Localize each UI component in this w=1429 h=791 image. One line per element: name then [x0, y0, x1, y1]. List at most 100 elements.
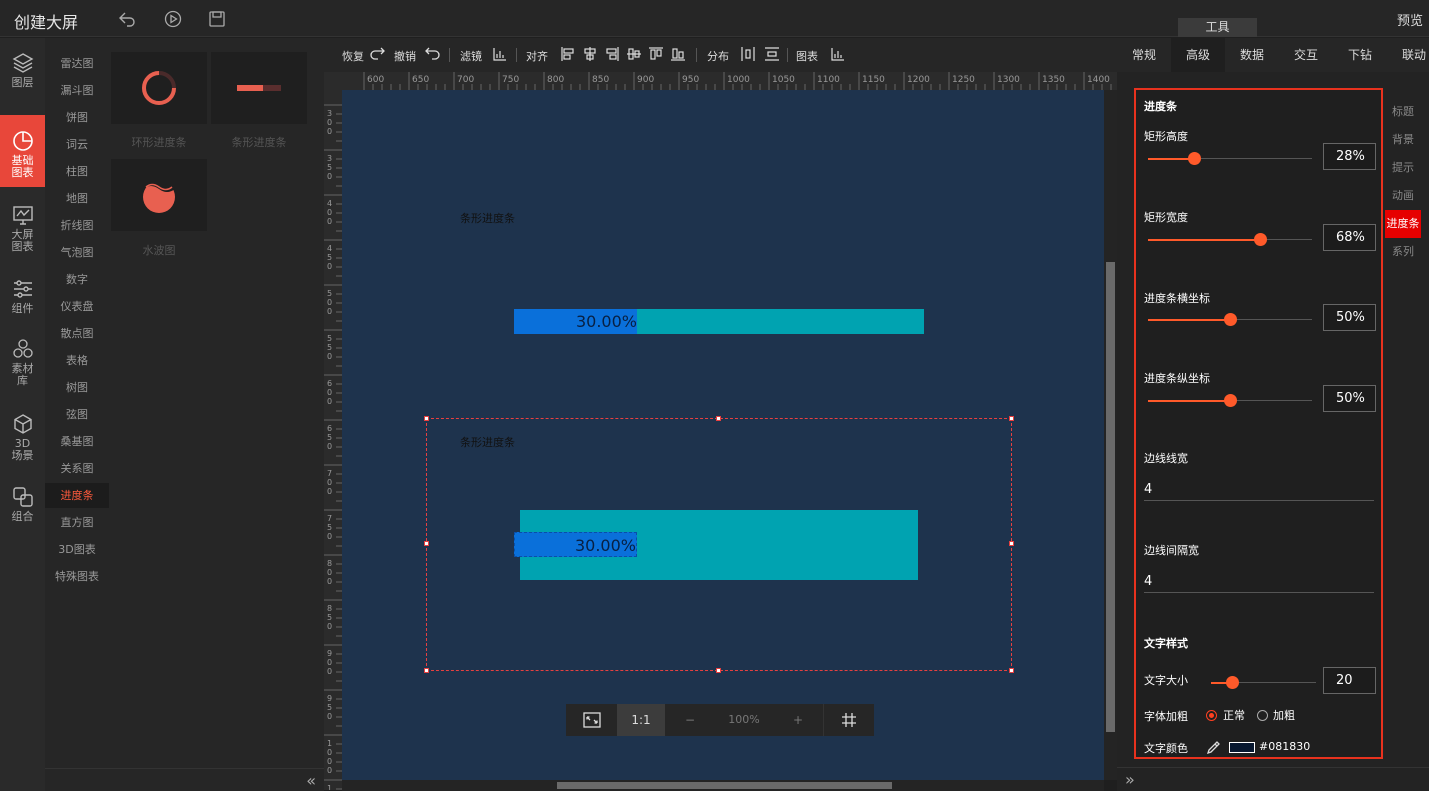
font-size-input[interactable]: 20	[1323, 667, 1376, 694]
property-tab[interactable]: 数据	[1225, 38, 1279, 72]
property-sub-tab[interactable]: 进度条	[1385, 210, 1421, 238]
nav-item-3d-scene[interactable]: 3D场景	[0, 413, 45, 473]
resize-handle[interactable]	[424, 541, 429, 546]
category-item[interactable]: 进度条	[45, 483, 109, 508]
rect-width-slider[interactable]	[1148, 233, 1312, 246]
nav-item-materials[interactable]: 素材库	[0, 338, 45, 398]
thumb-bar-progress[interactable]	[211, 52, 307, 124]
property-sub-tab[interactable]: 背景	[1385, 126, 1421, 154]
property-sub-tab[interactable]: 提示	[1385, 154, 1421, 182]
zoom-out-button[interactable]: −	[665, 704, 715, 736]
category-item[interactable]: 桑基图	[45, 429, 109, 454]
distribute-v-icon[interactable]	[764, 46, 780, 62]
play-icon[interactable]	[164, 10, 182, 28]
align-right-icon[interactable]	[604, 46, 620, 62]
filter-button[interactable]: 滤镜	[460, 48, 482, 64]
nav-item-combine[interactable]: 组合	[0, 486, 45, 534]
resize-handle[interactable]	[424, 416, 429, 421]
property-tab[interactable]: 下钻	[1333, 38, 1387, 72]
category-item[interactable]: 散点图	[45, 321, 109, 346]
slider-knob[interactable]	[1224, 394, 1237, 407]
canvas-horizontal-scrollbar[interactable]	[342, 780, 1104, 791]
property-tab[interactable]: 高级	[1171, 38, 1225, 72]
thumb-liquid-fill[interactable]	[111, 159, 207, 231]
fit-screen-button[interactable]	[566, 704, 617, 736]
category-item[interactable]: 柱图	[45, 159, 109, 184]
resize-handle[interactable]	[1009, 668, 1014, 673]
collapse-left-icon[interactable]: «	[306, 771, 316, 790]
property-sub-tab[interactable]: 系列	[1385, 238, 1421, 266]
redo-button[interactable]: 恢复	[342, 48, 364, 64]
property-tab[interactable]: 交互	[1279, 38, 1333, 72]
x-pos-input[interactable]: 50%	[1323, 304, 1376, 331]
tools-tab[interactable]: 工具	[1178, 18, 1257, 37]
category-item[interactable]: 饼图	[45, 105, 109, 130]
zoom-in-button[interactable]: +	[773, 704, 823, 736]
nav-item-components[interactable]: 组件	[0, 278, 45, 326]
design-canvas[interactable]: 条形进度条 30.00% 条形进度条 30.00%	[342, 90, 1104, 780]
align-top-icon[interactable]	[648, 46, 664, 62]
resize-handle[interactable]	[424, 668, 429, 673]
radio-normal[interactable]	[1206, 710, 1217, 721]
category-item[interactable]: 词云	[45, 132, 109, 157]
slider-knob[interactable]	[1187, 152, 1201, 165]
property-tab[interactable]: 常规	[1117, 38, 1171, 72]
rect-height-input[interactable]: 28%	[1323, 143, 1376, 170]
border-gap-input[interactable]: 4	[1144, 571, 1374, 593]
scroll-thumb[interactable]	[1106, 262, 1115, 732]
resize-handle[interactable]	[1009, 416, 1014, 421]
slider-knob[interactable]	[1253, 233, 1267, 246]
rect-height-slider[interactable]	[1148, 152, 1312, 165]
category-item[interactable]: 表格	[45, 348, 109, 373]
property-sub-tab[interactable]: 标题	[1385, 98, 1421, 126]
radio-bold[interactable]	[1257, 710, 1268, 721]
category-item[interactable]: 弦图	[45, 402, 109, 427]
distribute-button[interactable]: 分布	[707, 48, 729, 64]
property-sub-tab[interactable]: 动画	[1385, 182, 1421, 210]
redo-icon[interactable]	[370, 46, 386, 62]
align-button[interactable]: 对齐	[526, 48, 548, 64]
property-tab[interactable]: 联动	[1387, 38, 1429, 72]
canvas-vertical-scrollbar[interactable]	[1104, 90, 1117, 780]
thumb-ring-progress[interactable]	[111, 52, 207, 124]
collapse-right-icon[interactable]: »	[1125, 770, 1135, 789]
category-item[interactable]: 地图	[45, 186, 109, 211]
category-item[interactable]: 雷达图	[45, 51, 109, 76]
category-item[interactable]: 树图	[45, 375, 109, 400]
bar-chart-icon[interactable]	[830, 46, 846, 62]
align-center-v-icon[interactable]	[626, 46, 642, 62]
y-pos-slider[interactable]	[1148, 394, 1312, 407]
font-color-swatch[interactable]	[1229, 742, 1255, 753]
resize-handle[interactable]	[716, 416, 721, 421]
actual-size-button[interactable]: 1:1	[617, 704, 665, 736]
border-width-input[interactable]: 4	[1144, 479, 1374, 501]
chart-button[interactable]: 图表	[796, 48, 818, 64]
nav-item-layers[interactable]: 图层	[0, 52, 45, 100]
category-item[interactable]: 仪表盘	[45, 294, 109, 319]
category-item[interactable]: 3D图表	[45, 537, 109, 562]
category-item[interactable]: 折线图	[45, 213, 109, 238]
resize-handle[interactable]	[716, 668, 721, 673]
font-size-slider[interactable]	[1211, 676, 1316, 689]
grid-toggle-button[interactable]	[823, 704, 874, 736]
category-item[interactable]: 直方图	[45, 510, 109, 535]
save-icon[interactable]	[208, 10, 226, 28]
category-item[interactable]: 关系图	[45, 456, 109, 481]
resize-handle[interactable]	[1009, 541, 1014, 546]
align-center-h-icon[interactable]	[582, 46, 598, 62]
nav-item-basic-charts[interactable]: 基础图表	[0, 115, 45, 187]
align-bottom-icon[interactable]	[670, 46, 686, 62]
eyedropper-icon[interactable]	[1206, 740, 1221, 758]
undo-button[interactable]: 撤销	[394, 48, 416, 64]
y-pos-input[interactable]: 50%	[1323, 385, 1376, 412]
preview-button[interactable]: 预览	[1397, 10, 1423, 29]
nav-item-screen-charts[interactable]: 大屏图表	[0, 204, 45, 264]
category-item[interactable]: 特殊图表	[45, 564, 109, 589]
undo-icon[interactable]	[118, 10, 136, 28]
slider-knob[interactable]	[1226, 676, 1239, 689]
slider-knob[interactable]	[1224, 313, 1237, 326]
category-item[interactable]: 数字	[45, 267, 109, 292]
align-left-icon[interactable]	[560, 46, 576, 62]
category-item[interactable]: 漏斗图	[45, 78, 109, 103]
category-item[interactable]: 气泡图	[45, 240, 109, 265]
